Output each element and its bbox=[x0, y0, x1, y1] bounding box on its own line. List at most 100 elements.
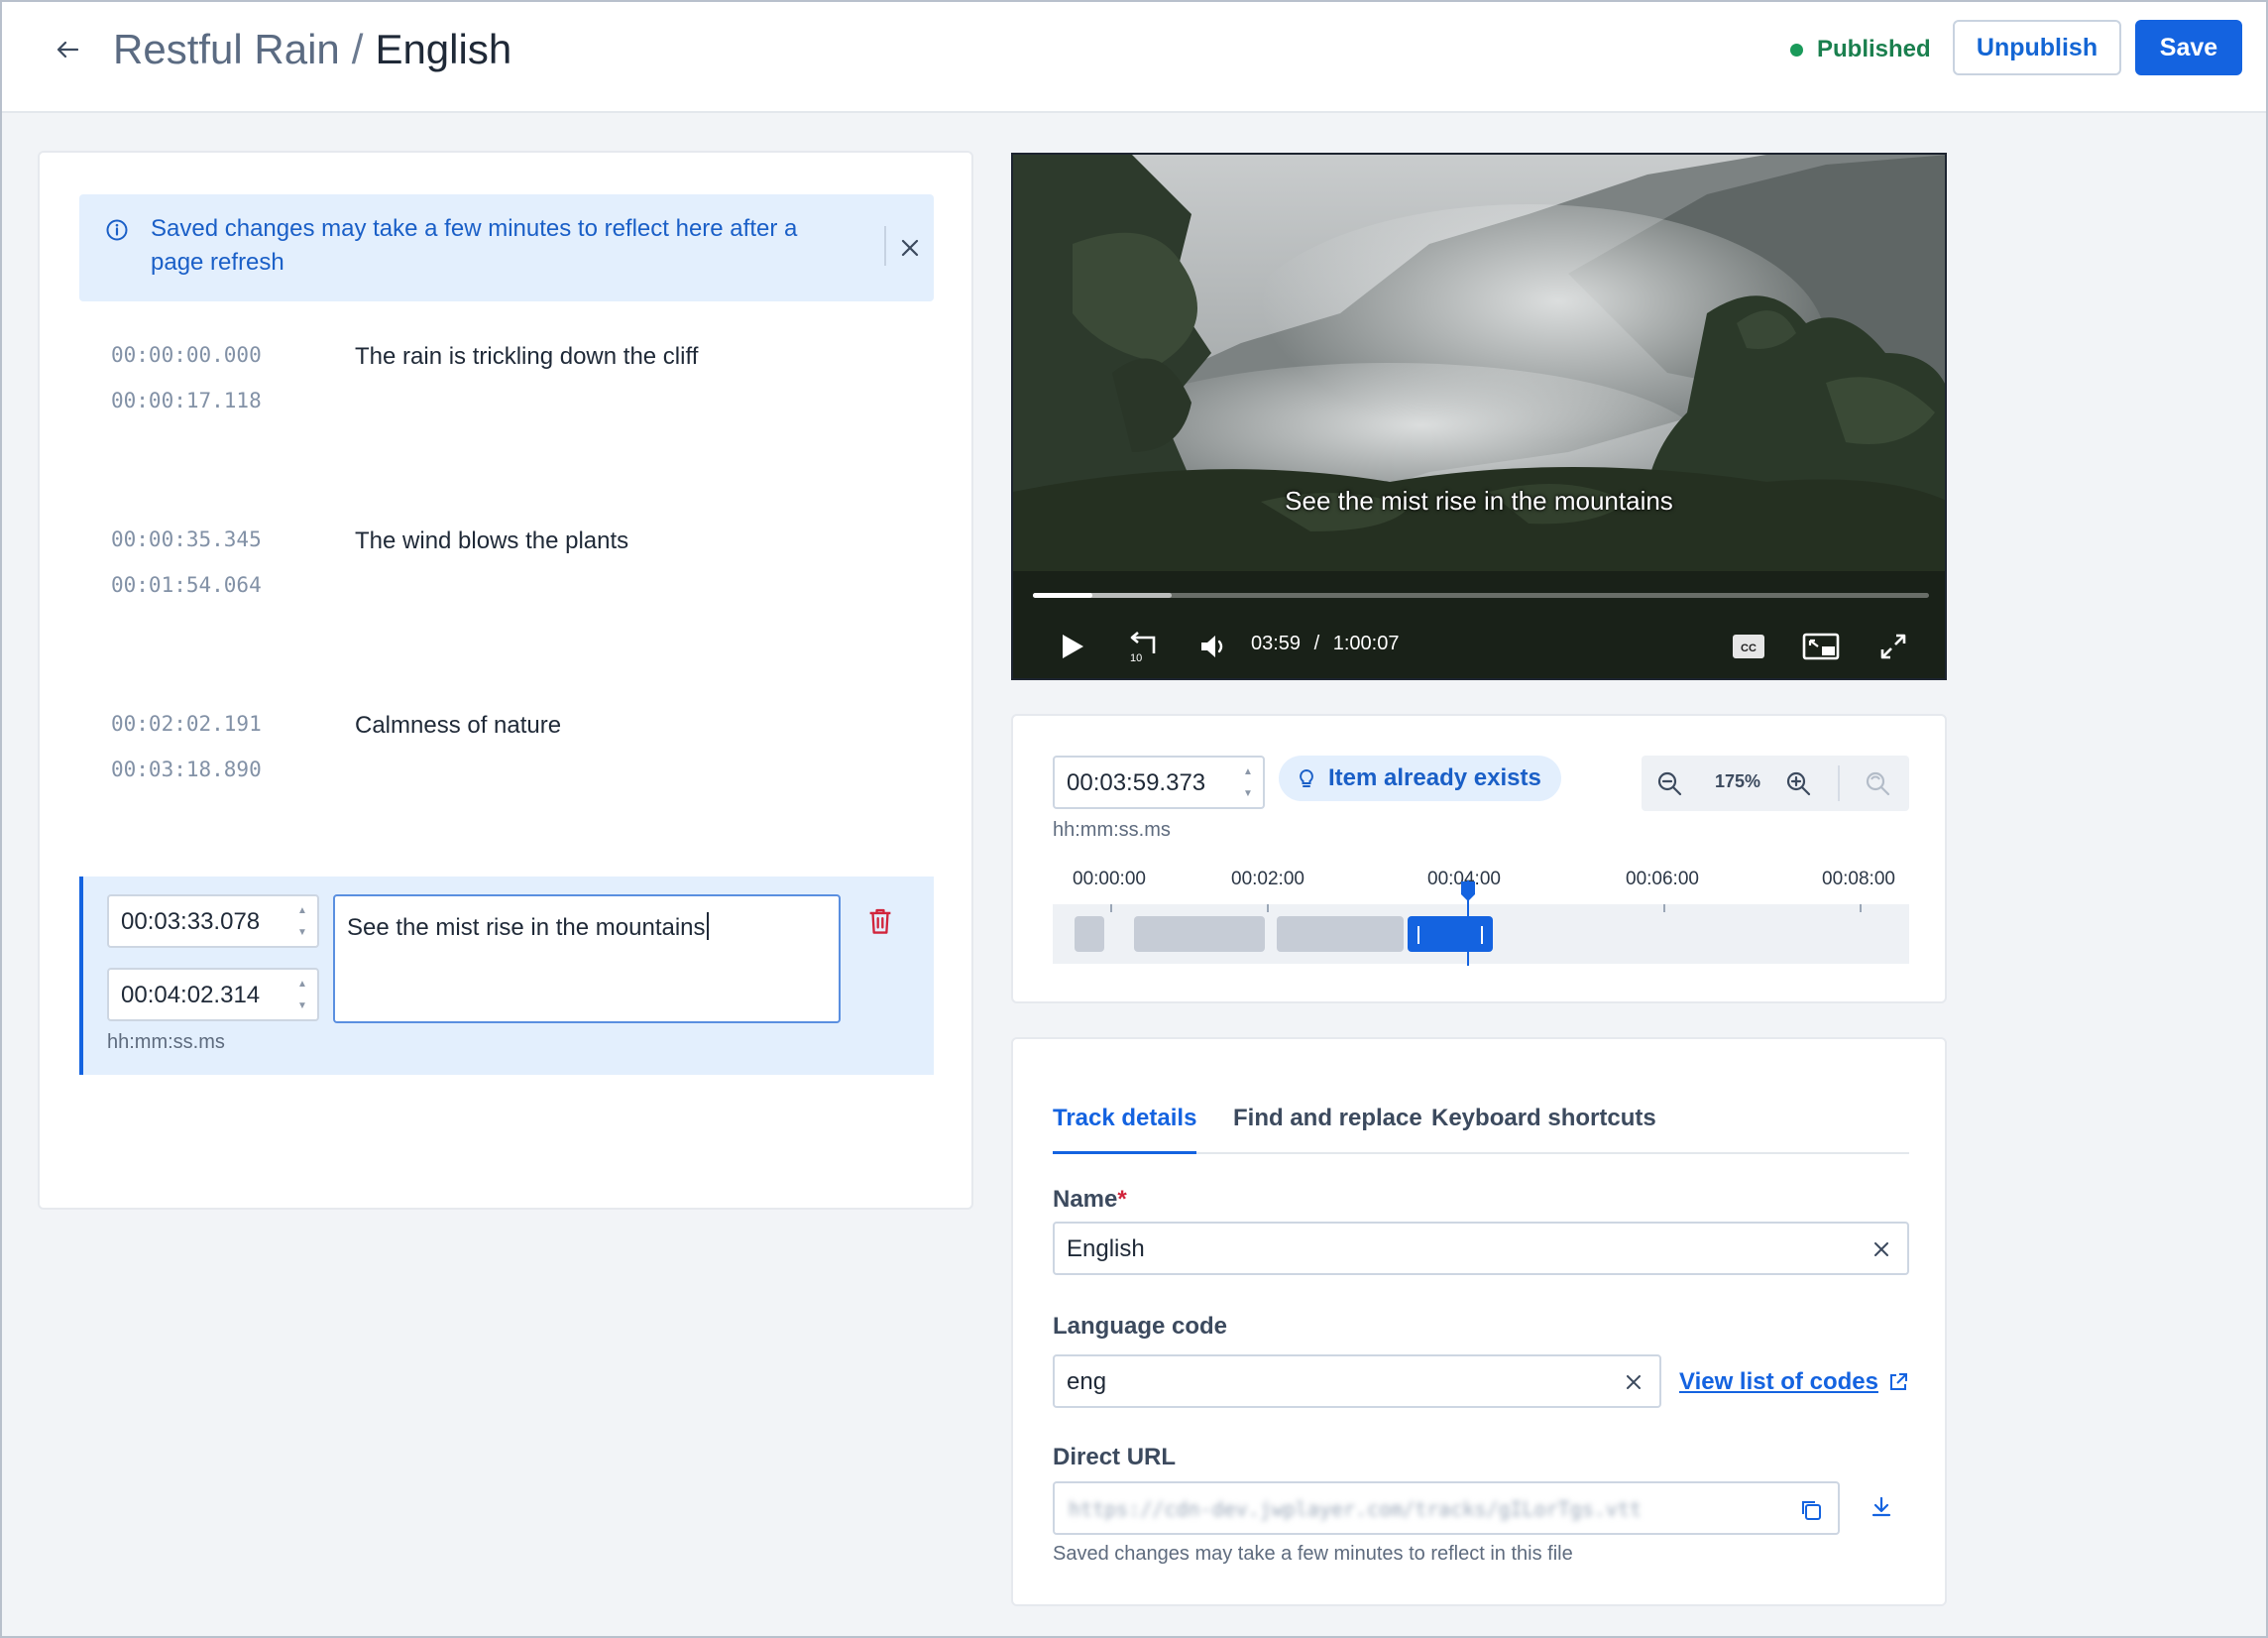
banner-divider bbox=[884, 226, 886, 266]
zoom-out-icon bbox=[1657, 771, 1682, 796]
video-current-time: 03:59 bbox=[1251, 633, 1302, 654]
rewind-button[interactable]: 10 bbox=[1122, 625, 1166, 668]
cue-text: Calmness of nature bbox=[355, 712, 562, 739]
cue-end-value: 00:04:02.314 bbox=[121, 982, 261, 1008]
banner-message-line-1: Saved changes may take a few minutes to … bbox=[151, 215, 798, 242]
step-down-icon[interactable]: ▼ bbox=[297, 924, 307, 942]
picture-in-picture-button[interactable] bbox=[1796, 625, 1846, 668]
name-label: Name* bbox=[1053, 1186, 1127, 1214]
clear-name-button[interactable] bbox=[1868, 1235, 1895, 1263]
zoom-controls: 175% bbox=[1642, 756, 1909, 811]
cue-start-time: 00:02:02.191 bbox=[111, 712, 262, 736]
video-time: 03:59 / 1:00:07 bbox=[1251, 633, 1399, 655]
rewind-10-icon: 10 bbox=[1130, 632, 1156, 663]
zoom-level: 175% bbox=[1714, 771, 1761, 791]
step-up-icon[interactable]: ▲ bbox=[1243, 763, 1253, 781]
back-button[interactable] bbox=[48, 30, 87, 69]
start-stepper[interactable]: ▲ ▼ bbox=[293, 902, 311, 942]
tab-find-and-replace[interactable]: Find and replace bbox=[1233, 1101, 1422, 1154]
step-up-icon[interactable]: ▲ bbox=[297, 902, 307, 920]
timeline-cue-segment[interactable] bbox=[1277, 916, 1404, 952]
caption-list-panel: Saved changes may take a few minutes to … bbox=[38, 151, 973, 1210]
zoom-reset-button[interactable] bbox=[1862, 767, 1893, 799]
play-button[interactable] bbox=[1051, 625, 1094, 668]
banner-close-button[interactable] bbox=[894, 232, 926, 264]
timeline-stepper[interactable]: ▲ ▼ bbox=[1239, 763, 1257, 803]
step-down-icon[interactable]: ▼ bbox=[1243, 785, 1253, 803]
unpublish-button[interactable]: Unpublish bbox=[1953, 20, 2121, 75]
timeline-active-segment[interactable] bbox=[1408, 916, 1493, 952]
timeline-track[interactable] bbox=[1053, 904, 1909, 964]
timeline-time-value: 00:03:59.373 bbox=[1067, 769, 1206, 796]
external-link-icon bbox=[1889, 1373, 1907, 1390]
direct-url-label: Direct URL bbox=[1053, 1444, 1177, 1470]
end-stepper[interactable]: ▲ ▼ bbox=[293, 976, 311, 1015]
video-player[interactable]: See the mist rise in the mountains 10 03… bbox=[1011, 153, 1947, 680]
download-button[interactable] bbox=[1864, 1489, 1899, 1525]
info-banner: Saved changes may take a few minutes to … bbox=[79, 194, 934, 301]
timeline-tick bbox=[1663, 904, 1665, 912]
fullscreen-button[interactable] bbox=[1871, 625, 1915, 668]
name-field[interactable]: English bbox=[1053, 1222, 1909, 1275]
breadcrumb-current: English bbox=[375, 26, 512, 72]
timeline-tick-label: 00:06:00 bbox=[1626, 869, 1699, 889]
playhead-handle[interactable] bbox=[1459, 880, 1477, 902]
item-exists-label: Item already exists bbox=[1328, 764, 1541, 791]
timeline-panel: 00:03:59.373 ▲ ▼ hh:mm:ss.ms Item alread… bbox=[1011, 714, 1947, 1003]
page-header: Restful Rain / English Published Unpublish… bbox=[2, 2, 2266, 113]
breadcrumb-parent[interactable]: Restful Rain bbox=[113, 26, 340, 72]
step-down-icon[interactable]: ▼ bbox=[297, 997, 307, 1015]
cue-text-value: See the mist rise in the mountains bbox=[347, 912, 709, 942]
segment-end-handle[interactable] bbox=[1481, 926, 1483, 944]
fullscreen-icon bbox=[1880, 634, 1906, 659]
close-icon bbox=[1627, 1375, 1641, 1389]
time-format-hint: hh:mm:ss.ms bbox=[107, 1031, 225, 1053]
track-details-panel: Track details Find and replace Keyboard … bbox=[1011, 1037, 1947, 1606]
played-fill bbox=[1033, 593, 1092, 598]
segment-start-handle[interactable] bbox=[1418, 926, 1419, 944]
trash-icon[interactable] bbox=[866, 906, 894, 936]
cue-end-input[interactable]: 00:04:02.314 ▲ ▼ bbox=[107, 968, 319, 1021]
arrow-left-icon bbox=[57, 41, 78, 58]
lightbulb-icon bbox=[1300, 768, 1313, 787]
zoom-divider bbox=[1838, 765, 1840, 801]
view-codes-link[interactable]: View list of codes bbox=[1679, 1368, 1908, 1396]
picture-in-picture-icon bbox=[1802, 633, 1840, 660]
timeline-cue-segment[interactable] bbox=[1134, 916, 1265, 952]
video-frame bbox=[1013, 155, 1945, 678]
video-subtitle: See the mist rise in the mountains bbox=[1285, 486, 1673, 516]
direct-url-field[interactable]: https://cdn-dev.jwplayer.com/tracks/gILo… bbox=[1053, 1481, 1840, 1535]
cue-text: The wind blows the plants bbox=[355, 527, 629, 554]
zoom-in-button[interactable] bbox=[1782, 767, 1814, 799]
direct-url-value: https://cdn-dev.jwplayer.com/tracks/gILo… bbox=[1069, 1497, 1642, 1521]
timeline-tick bbox=[1267, 904, 1269, 912]
play-icon bbox=[1063, 635, 1083, 658]
tab-track-details[interactable]: Track details bbox=[1053, 1101, 1197, 1154]
step-up-icon[interactable]: ▲ bbox=[297, 976, 307, 994]
active-caption-cue: 00:03:33.078 ▲ ▼ 00:04:02.314 ▲ ▼ hh:mm:… bbox=[79, 877, 934, 1075]
language-code-field[interactable]: eng bbox=[1053, 1354, 1661, 1408]
cue-end-time: 00:00:17.118 bbox=[111, 389, 262, 412]
cue-start-input[interactable]: 00:03:33.078 ▲ ▼ bbox=[107, 894, 319, 948]
clear-language-button[interactable] bbox=[1620, 1368, 1647, 1396]
captions-button[interactable]: CC bbox=[1727, 625, 1770, 668]
cue-text: The rain is trickling down the cliff bbox=[355, 343, 699, 370]
video-progress-bar[interactable] bbox=[1033, 593, 1929, 598]
status-label: Published bbox=[1817, 36, 1931, 62]
tab-keyboard-shortcuts[interactable]: Keyboard shortcuts bbox=[1431, 1101, 1656, 1154]
volume-button[interactable] bbox=[1191, 625, 1235, 668]
name-value: English bbox=[1067, 1235, 1145, 1262]
timeline-time-input[interactable]: 00:03:59.373 ▲ ▼ bbox=[1053, 756, 1265, 809]
zoom-out-button[interactable] bbox=[1653, 767, 1685, 799]
required-marker: * bbox=[1117, 1186, 1127, 1213]
zoom-in-icon bbox=[1786, 771, 1811, 796]
zoom-reset-icon bbox=[1866, 771, 1890, 796]
timeline-cue-segment[interactable] bbox=[1075, 916, 1104, 952]
timeline-format-hint: hh:mm:ss.ms bbox=[1053, 819, 1171, 841]
cue-text-content: See the mist rise in the mountains bbox=[347, 914, 706, 941]
download-icon bbox=[1871, 1496, 1891, 1517]
cue-text-editor[interactable]: See the mist rise in the mountains bbox=[333, 894, 841, 1023]
copy-url-button[interactable] bbox=[1794, 1493, 1828, 1527]
cue-end-time: 00:01:54.064 bbox=[111, 573, 262, 597]
save-button[interactable]: Save bbox=[2135, 20, 2242, 75]
